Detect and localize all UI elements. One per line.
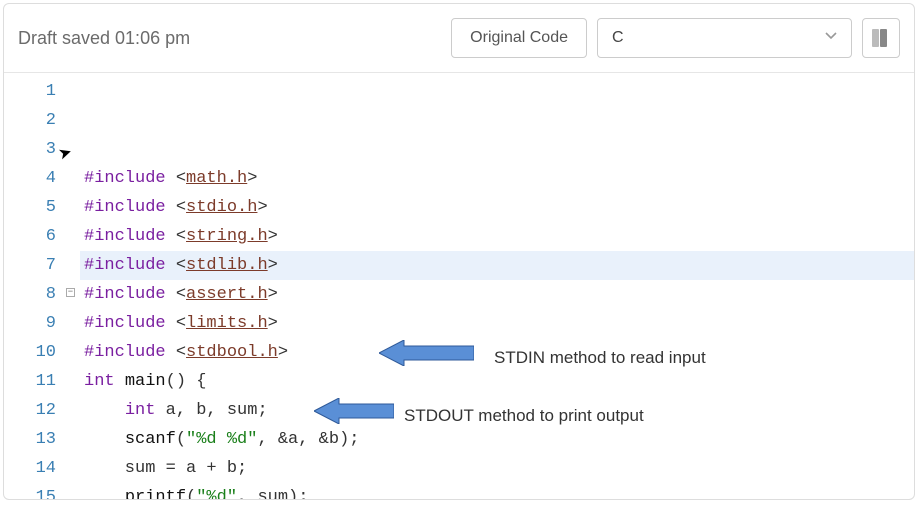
annotation-stdin: STDIN method to read input <box>494 343 706 372</box>
editor-window: Draft saved 01:06 pm Original Code C ➤ 1… <box>3 3 915 500</box>
annotation-stdout: STDOUT method to print output <box>404 401 644 430</box>
toolbar: Draft saved 01:06 pm Original Code C <box>4 4 914 73</box>
fold-cell <box>66 454 80 483</box>
code-line[interactable]: #include <limits.h> <box>80 309 914 338</box>
code-line[interactable]: #include <stdlib.h> <box>80 251 914 280</box>
original-code-button[interactable]: Original Code <box>451 18 587 58</box>
fold-gutter: − <box>66 73 80 500</box>
code-line[interactable]: #include <string.h> <box>80 222 914 251</box>
fold-cell <box>66 222 80 251</box>
arrow-stdout-icon <box>314 399 394 423</box>
line-number: 8 <box>4 280 66 309</box>
code-area[interactable]: #include <math.h>#include <stdio.h>#incl… <box>80 73 914 500</box>
fold-cell <box>66 251 80 280</box>
code-line[interactable]: printf("%d", sum); <box>80 483 914 500</box>
line-number: 4 <box>4 164 66 193</box>
code-editor[interactable]: ➤ 123456789101112131415 − #include <math… <box>4 73 914 500</box>
fold-cell <box>66 367 80 396</box>
line-number: 10 <box>4 338 66 367</box>
line-number: 6 <box>4 222 66 251</box>
line-number: 9 <box>4 309 66 338</box>
fold-cell <box>66 164 80 193</box>
fold-cell <box>66 135 80 164</box>
arrow-stdin-icon <box>379 341 474 365</box>
layout-toggle-button[interactable] <box>862 18 900 58</box>
line-number: 3 <box>4 135 66 164</box>
line-number-gutter: 123456789101112131415 <box>4 73 66 500</box>
code-line[interactable]: sum = a + b; <box>80 454 914 483</box>
fold-cell <box>66 106 80 135</box>
code-line[interactable]: #include <math.h> <box>80 164 914 193</box>
chevron-down-icon <box>825 29 837 47</box>
line-number: 14 <box>4 454 66 483</box>
language-select[interactable]: C <box>597 18 852 58</box>
code-line[interactable]: #include <stdio.h> <box>80 193 914 222</box>
fold-cell <box>66 309 80 338</box>
fold-cell <box>66 396 80 425</box>
line-number: 11 <box>4 367 66 396</box>
fold-cell <box>66 338 80 367</box>
line-number: 12 <box>4 396 66 425</box>
code-line[interactable]: #include <assert.h> <box>80 280 914 309</box>
line-number: 7 <box>4 251 66 280</box>
draft-status: Draft saved 01:06 pm <box>18 28 441 49</box>
layout-split-icon <box>872 29 890 47</box>
line-number: 2 <box>4 106 66 135</box>
fold-cell <box>66 77 80 106</box>
fold-cell <box>66 193 80 222</box>
line-number: 13 <box>4 425 66 454</box>
line-number: 1 <box>4 77 66 106</box>
language-selected-value: C <box>612 29 624 47</box>
fold-cell: − <box>66 280 80 309</box>
line-number: 5 <box>4 193 66 222</box>
fold-cell <box>66 425 80 454</box>
fold-cell <box>66 483 80 500</box>
fold-collapse-icon[interactable]: − <box>66 288 75 297</box>
line-number: 15 <box>4 483 66 500</box>
